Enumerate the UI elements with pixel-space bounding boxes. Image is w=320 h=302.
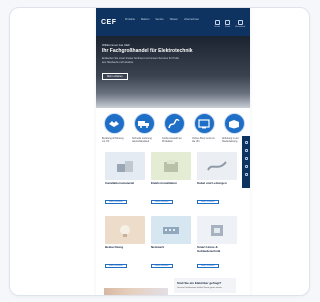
handshake-icon xyxy=(103,113,125,134)
category-image xyxy=(105,216,145,244)
cart-button[interactable]: Warenkorb xyxy=(235,20,245,28)
category-label: Netzwerk xyxy=(151,245,165,249)
nav-item[interactable]: Wissen xyxy=(170,18,178,21)
category-image xyxy=(105,152,145,180)
service-item[interactable]: Große Auswahl an Produkten xyxy=(162,113,186,143)
main-nav: Produkte Marken Service Wissen Unternehm… xyxy=(125,18,199,21)
cart-icon xyxy=(237,20,243,25)
search-label: Suche xyxy=(214,26,221,28)
category-image xyxy=(151,216,191,244)
service-label: Online-Shop rund um die Uhr xyxy=(192,137,215,143)
user-icon xyxy=(225,20,231,25)
service-item[interactable]: Beratung & Planung vor Ort xyxy=(102,113,126,143)
category-link[interactable]: Mehr erfahren xyxy=(105,200,127,204)
category-link[interactable]: Mehr erfahren xyxy=(151,264,173,268)
cart-label: Warenkorb xyxy=(235,26,245,28)
hero-title: Ihr Fachgroßhandel für Elektrotechnik xyxy=(102,48,193,54)
hero-banner: Willkommen bei CEF Ihr Fachgroßhandel fü… xyxy=(96,36,250,108)
category-label: Elektroinstallation xyxy=(151,181,178,185)
category-label: Beleuchtung xyxy=(105,245,124,249)
site-header: CEF Produkte Marken Service Wissen Unter… xyxy=(96,8,250,36)
chat-icon[interactable] xyxy=(244,157,248,160)
nav-item[interactable]: Marken xyxy=(141,18,149,21)
service-icons-row: Beratung & Planung vor Ort Schnelle Lief… xyxy=(96,108,250,143)
contact-sidebar xyxy=(242,136,250,188)
category-card[interactable]: Installationsmaterial Mehr erfahren xyxy=(105,152,145,207)
category-card[interactable]: Kabel und Leitungen Mehr erfahren xyxy=(197,152,237,207)
service-item[interactable]: Schnelle Lieferung deutschlandweit xyxy=(132,113,156,143)
service-item[interactable]: Online-Shop rund um die Uhr xyxy=(192,113,216,143)
category-label: Kabel und Leitungen xyxy=(197,181,227,185)
nav-item[interactable]: Service xyxy=(155,18,163,21)
category-card[interactable]: Netzwerk Mehr erfahren xyxy=(151,216,191,271)
category-card[interactable]: Elektroinstallation Mehr erfahren xyxy=(151,152,191,207)
location-icon[interactable] xyxy=(244,165,248,168)
search-button[interactable]: Suche xyxy=(214,20,220,28)
contact-teaser: Sind Sie ein Elektriker gefragt? Unsere … xyxy=(174,278,236,293)
category-link[interactable]: Mehr erfahren xyxy=(197,264,219,268)
calendar-icon[interactable] xyxy=(244,173,248,176)
search-icon xyxy=(214,20,220,25)
nav-item[interactable]: Unternehmen xyxy=(184,18,199,21)
header-actions: Suche Konto Warenkorb xyxy=(214,20,245,28)
mail-icon[interactable] xyxy=(244,149,248,152)
product-category-grid: Installationsmaterial Mehr erfahren Elek… xyxy=(96,152,250,271)
category-image xyxy=(197,152,237,180)
contact-title: Sind Sie ein Elektriker gefragt? xyxy=(177,281,222,285)
account-label: Konto xyxy=(225,26,231,28)
account-button[interactable]: Konto xyxy=(225,20,230,28)
website-mobile-preview: CEF Produkte Marken Service Wissen Unter… xyxy=(96,8,250,295)
truck-icon xyxy=(133,113,155,134)
category-link[interactable]: Mehr erfahren xyxy=(151,200,173,204)
category-label: Installationsmaterial xyxy=(105,181,135,185)
category-image xyxy=(197,216,237,244)
screen-icon xyxy=(193,113,215,134)
category-card[interactable]: Smart Home & Gebäudetechnik Mehr erfahre… xyxy=(197,216,237,271)
phone-icon[interactable] xyxy=(244,141,248,144)
hero-eyebrow: Willkommen bei CEF xyxy=(102,43,131,47)
site-logo[interactable]: CEF xyxy=(101,19,119,26)
nav-item[interactable]: Produkte xyxy=(125,18,135,21)
category-image xyxy=(151,152,191,180)
category-link[interactable]: Mehr erfahren xyxy=(197,200,219,204)
people-image xyxy=(104,288,168,295)
preview-card: CEF Produkte Marken Service Wissen Unter… xyxy=(9,7,310,296)
service-label: Schnelle Lieferung deutschlandweit xyxy=(132,137,152,143)
category-label: Smart Home & Gebäudetechnik xyxy=(197,245,221,253)
service-label: Beratung & Planung vor Ort xyxy=(102,137,124,143)
contact-text: Unsere Fachberater helfen Ihnen gerne we… xyxy=(177,287,223,289)
category-link[interactable]: Mehr erfahren xyxy=(105,264,127,268)
category-card[interactable]: Beleuchtung Mehr erfahren xyxy=(105,216,145,271)
cables-icon xyxy=(163,113,185,134)
hero-cta-button[interactable]: Mehr erfahren xyxy=(102,73,128,80)
hero-text: Entdecken Sie unser breites Sortiment un… xyxy=(102,57,179,64)
box-icon xyxy=(223,113,245,134)
service-label: Große Auswahl an Produkten xyxy=(162,137,182,143)
